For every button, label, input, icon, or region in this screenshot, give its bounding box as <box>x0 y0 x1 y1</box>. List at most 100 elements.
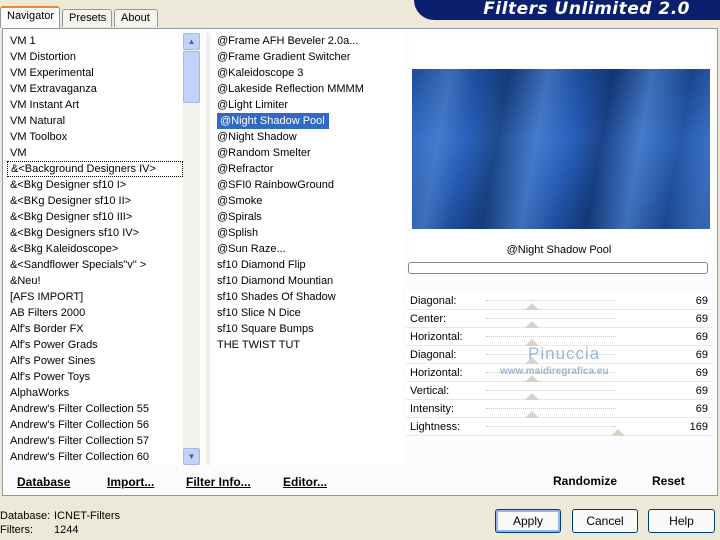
category-item[interactable]: &<Bkg Designer sf10 I> <box>7 177 183 193</box>
randomize-link[interactable]: Randomize <box>553 474 617 488</box>
filter-item[interactable]: sf10 Shades Of Shadow <box>213 289 403 305</box>
slider-row[interactable]: Lightness: 169 <box>406 418 712 436</box>
category-item[interactable]: Andrew's Filter Collection 55 <box>7 401 183 417</box>
slider-row[interactable]: Diagonal: 69 <box>406 292 712 310</box>
help-button[interactable]: Help <box>648 509 715 533</box>
category-item[interactable]: VM Extravaganza <box>7 81 183 97</box>
filter-item[interactable]: @Refractor <box>213 161 403 177</box>
preview-area <box>409 33 715 265</box>
category-item[interactable]: &<BKg Designer sf10 II> <box>7 193 183 209</box>
filter-item[interactable]: @Night Shadow <box>213 129 403 145</box>
scroll-up-button[interactable]: ▲ <box>183 33 200 50</box>
filter-list[interactable]: @Frame AFH Beveler 2.0a... @Frame Gradien… <box>213 33 403 465</box>
slider-value: 69 <box>695 313 708 325</box>
filter-item[interactable]: @SFI0 RainbowGround <box>213 177 403 193</box>
slider-label: Horizontal: <box>410 331 463 343</box>
filter-item[interactable]: @Lakeside Reflection MMMM <box>213 81 403 97</box>
filter-info-link[interactable]: Filter Info... <box>186 475 251 489</box>
filter-item[interactable]: @Frame AFH Beveler 2.0a... <box>213 33 403 49</box>
slider-value: 69 <box>695 349 708 361</box>
cancel-button[interactable]: Cancel <box>572 509 638 533</box>
category-item[interactable]: AlphaWorks <box>7 385 183 401</box>
category-item[interactable]: Andrew's Filter Collection 56 <box>7 417 183 433</box>
watermark-name: Pinuccia <box>528 344 601 363</box>
reset-label: Reset <box>652 474 685 488</box>
slider-row[interactable]: Intensity: 69 <box>406 400 712 418</box>
import-link[interactable]: Import... <box>107 475 154 489</box>
filter-item[interactable]: @Splish <box>213 225 403 241</box>
category-item[interactable]: &<Bkg Designers sf10 IV> <box>7 225 183 241</box>
filter-item-label: @Lakeside Reflection MMMM <box>217 83 364 95</box>
filter-item[interactable]: @Kaleidoscope 3 <box>213 65 403 81</box>
tab-about[interactable]: About <box>114 9 158 27</box>
slider-track[interactable] <box>486 300 616 301</box>
editor-link[interactable]: Editor... <box>283 475 327 489</box>
category-item[interactable]: VM Natural <box>7 113 183 129</box>
filter-item[interactable]: @Smoke <box>213 193 403 209</box>
slider-value: 69 <box>695 295 708 307</box>
filter-item-label: sf10 Square Bumps <box>217 323 314 335</box>
apply-button[interactable]: Apply <box>495 509 561 533</box>
category-item[interactable]: Alf's Power Sines <box>7 353 183 369</box>
list-divider <box>206 33 210 465</box>
category-item[interactable]: &Neu! <box>7 273 183 289</box>
slider-track[interactable] <box>486 426 616 427</box>
category-item[interactable]: &<Background Designers IV> <box>7 161 183 177</box>
slider-thumb[interactable] <box>525 303 540 310</box>
filter-item[interactable]: sf10 Square Bumps <box>213 321 403 337</box>
filter-item-label: @SFI0 RainbowGround <box>217 179 334 191</box>
slider-thumb[interactable] <box>611 429 626 436</box>
filter-item[interactable]: @Frame Gradient Switcher <box>213 49 403 65</box>
category-item[interactable]: VM Toolbox <box>7 129 183 145</box>
category-item[interactable]: &<Bkg Designer sf10 III> <box>7 209 183 225</box>
filter-item-label: sf10 Diamond Flip <box>217 259 306 271</box>
filter-item[interactable]: sf10 Slice N Dice <box>213 305 403 321</box>
category-item[interactable]: [AFS IMPORT] <box>7 289 183 305</box>
filter-item-label: @Refractor <box>217 163 274 175</box>
category-item[interactable]: Andrew's Filter Collection 57 <box>7 433 183 449</box>
category-item[interactable]: VM 1 <box>7 33 183 49</box>
category-item[interactable]: VM Distortion <box>7 49 183 65</box>
filter-item[interactable]: sf10 Diamond Mountian <box>213 273 403 289</box>
category-item[interactable]: VM Instant Art <box>7 97 183 113</box>
category-scrollbar[interactable]: ▲ ▼ <box>183 33 200 465</box>
category-item[interactable]: VM Experimental <box>7 65 183 81</box>
slider-track[interactable] <box>486 336 616 337</box>
slider-row[interactable]: Center: 69 <box>406 310 712 328</box>
slider-thumb[interactable] <box>525 321 540 328</box>
filter-item[interactable]: @Night Shadow Pool <box>213 113 403 129</box>
filter-item-label: @Frame Gradient Switcher <box>217 51 351 63</box>
category-list[interactable]: VM 1 VM Distortion VM Experimental VM Extra… <box>7 33 183 465</box>
category-item[interactable]: Andrew's Filter Collection 60 <box>7 449 183 465</box>
filter-item-label: @Night Shadow <box>217 131 297 143</box>
slider-value: 69 <box>695 331 708 343</box>
database-value: ICNET-Filters <box>54 510 120 522</box>
slider-thumb[interactable] <box>525 393 540 400</box>
filter-item[interactable]: @Spirals <box>213 209 403 225</box>
scroll-down-button[interactable]: ▼ <box>183 448 200 465</box>
category-item[interactable]: AB Filters 2000 <box>7 305 183 321</box>
category-item[interactable]: &<Bkg Kaleidoscope> <box>7 241 183 257</box>
filter-item[interactable]: @Light Limiter <box>213 97 403 113</box>
filter-item[interactable]: @Random Smelter <box>213 145 403 161</box>
category-item[interactable]: Alf's Power Toys <box>7 369 183 385</box>
filter-item-label: @Kaleidoscope 3 <box>217 67 304 79</box>
category-item[interactable]: &<Sandflower Specials"v" > <box>7 257 183 273</box>
slider-label: Horizontal: <box>410 367 463 379</box>
slider-row[interactable]: Vertical: 69 <box>406 382 712 400</box>
slider-track[interactable] <box>486 408 616 409</box>
slider-track[interactable] <box>486 390 616 391</box>
filter-item[interactable]: sf10 Diamond Flip <box>213 257 403 273</box>
scroll-thumb[interactable] <box>183 51 200 103</box>
filter-item[interactable]: @Sun Raze... <box>213 241 403 257</box>
category-item[interactable]: VM <box>7 145 183 161</box>
slider-thumb[interactable] <box>525 411 540 418</box>
category-item[interactable]: Alf's Power Grads <box>7 337 183 353</box>
slider-track[interactable] <box>486 318 616 319</box>
filter-item[interactable]: THE TWIST TUT <box>213 337 403 353</box>
reset-link[interactable]: Reset <box>652 474 685 488</box>
database-link[interactable]: Database <box>17 475 70 489</box>
tab-navigator[interactable]: Navigator <box>0 6 60 28</box>
category-item[interactable]: Alf's Border FX <box>7 321 183 337</box>
tab-presets[interactable]: Presets <box>62 9 112 27</box>
